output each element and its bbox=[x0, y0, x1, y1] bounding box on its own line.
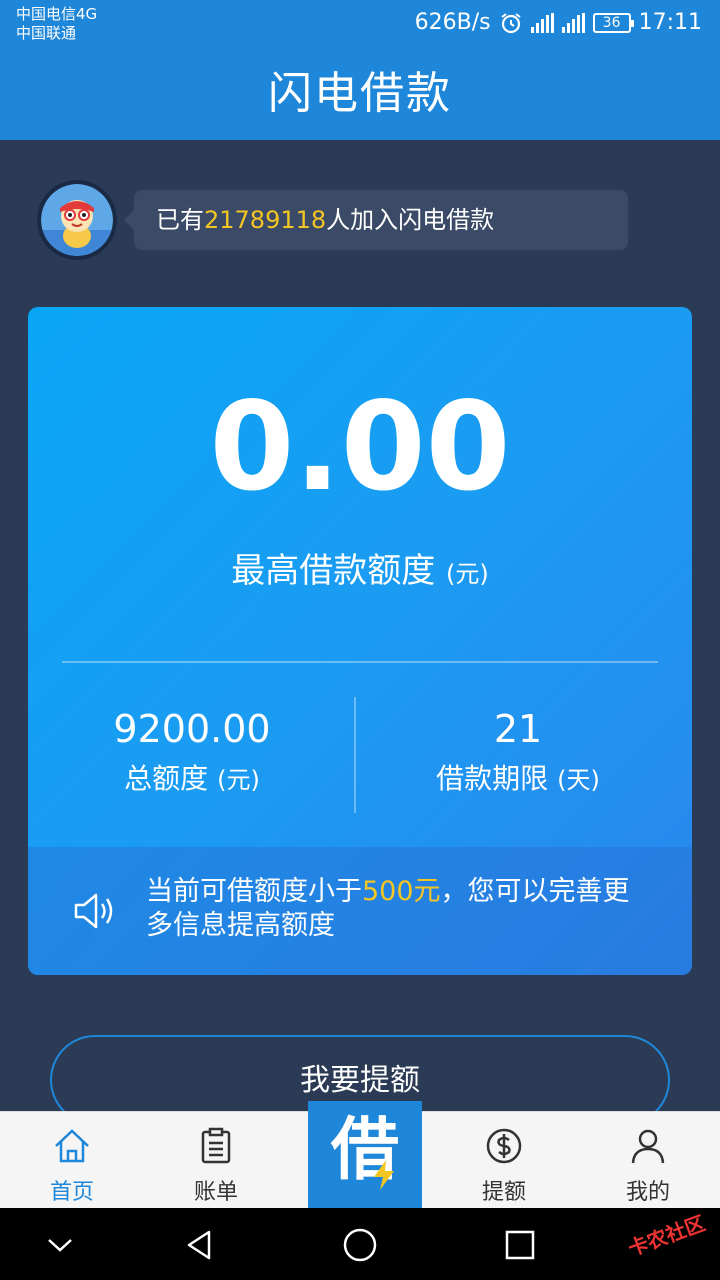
total-credit-value: 9200.00 bbox=[113, 707, 271, 751]
page-title: 闪电借款 bbox=[0, 48, 720, 140]
tab-bill-label: 账单 bbox=[193, 1180, 238, 1205]
tab-raise[interactable]: 提额 bbox=[432, 1112, 576, 1209]
mascot-icon bbox=[41, 200, 113, 256]
vertical-divider bbox=[354, 697, 356, 813]
credit-notice: 当前可借额度小于500元，您可以完善更多信息提高额度 bbox=[28, 847, 692, 975]
home-icon bbox=[55, 1129, 89, 1163]
carrier-1: 中国电信4G bbox=[16, 5, 98, 23]
user-icon bbox=[631, 1129, 665, 1164]
lightning-icon bbox=[374, 1160, 394, 1190]
tab-raise-label: 提额 bbox=[481, 1180, 526, 1205]
signal-g-icon bbox=[561, 12, 585, 33]
credit-card-panel: 0.00 最高借款额度 (元) 9200.00 总额度 (元) 21 借款期限 … bbox=[28, 307, 692, 975]
loan-term-value: 21 bbox=[493, 707, 543, 751]
net-speed: 626B/s bbox=[414, 10, 491, 35]
signal-4g-icon bbox=[530, 12, 554, 33]
clock: 17:11 bbox=[638, 10, 702, 35]
total-credit-label: 总额度 (元) bbox=[124, 762, 260, 795]
watermark: 卡农社区 bbox=[624, 1210, 709, 1261]
loan-term-stat: 21 借款期限 (天) bbox=[368, 703, 668, 804]
max-loan-amount: 0.00 bbox=[209, 376, 511, 518]
tab-mine[interactable]: 我的 bbox=[576, 1112, 720, 1209]
dollar-icon bbox=[486, 1128, 522, 1164]
user-count-bubble: 已有21789118人加入闪电借款 bbox=[124, 190, 628, 250]
max-loan-label: 最高借款额度 (元) bbox=[231, 551, 489, 591]
recents-icon[interactable] bbox=[503, 1228, 537, 1262]
tab-mine-label: 我的 bbox=[625, 1180, 670, 1205]
notice-text: 当前可借额度小于500元，您可以完善更多信息提高额度 bbox=[146, 876, 630, 941]
tab-bill[interactable]: 账单 bbox=[144, 1112, 288, 1209]
banner-suffix: 人加入闪电借款 bbox=[326, 206, 495, 234]
system-nav-bar: 卡农社区 bbox=[0, 1208, 720, 1280]
collapse-icon[interactable] bbox=[43, 1228, 77, 1262]
carrier-info: 中国电信4G 中国联通 bbox=[16, 5, 97, 43]
tab-home[interactable]: 首页 bbox=[0, 1112, 144, 1209]
back-icon[interactable] bbox=[183, 1228, 217, 1262]
divider bbox=[62, 661, 658, 663]
total-credit-stat: 9200.00 总额度 (元) bbox=[42, 703, 342, 804]
tab-home-label: 首页 bbox=[49, 1180, 94, 1205]
alarm-icon bbox=[500, 12, 521, 33]
battery-icon: 36 bbox=[592, 12, 634, 33]
home-nav-icon[interactable] bbox=[343, 1228, 377, 1262]
bill-icon bbox=[201, 1127, 231, 1164]
user-count: 21789118 bbox=[204, 206, 327, 234]
loan-term-label: 借款期限 (天) bbox=[436, 762, 600, 795]
tab-borrow[interactable]: 借 bbox=[308, 1101, 422, 1208]
mascot-avatar bbox=[37, 180, 117, 260]
banner-prefix: 已有 bbox=[156, 206, 204, 234]
carrier-2: 中国联通 bbox=[16, 24, 77, 42]
speaker-icon bbox=[74, 893, 113, 929]
status-bar: 中国电信4G 中国联通 626B/s 36 17:11 bbox=[0, 0, 720, 48]
status-indicators: 626B/s 36 17:11 bbox=[415, 10, 702, 35]
